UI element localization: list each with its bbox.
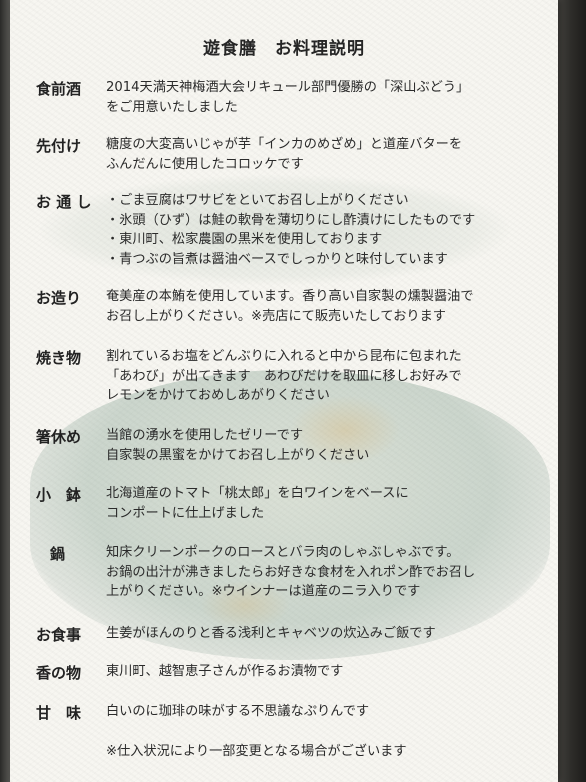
section-label: お 通 し [36,193,92,211]
section-label: 食前酒 [36,80,82,98]
description-line: お召し上がりください。※売店にて販売いたしております [106,308,446,324]
description-line: ふんだんに使用したコロッケです [106,156,304,172]
section-label: 箸休め [36,428,82,446]
section-label: 焼き物 [36,349,82,367]
description-line: 白いのに珈琲の味がする不思議なぷりんです [106,704,370,719]
description-line: レモンをかけておめしあがりください [106,388,330,403]
section-label: 甘 味 [36,704,82,722]
description-line: 東川町、越智恵子さんが作るお漬物です [106,664,344,679]
section-description: 知床クリーンポークのロースとバラ肉のしゃぶしゃぶです。 お鍋の出汁が沸きましたら… [106,543,546,602]
section-description: 2014天満天神梅酒大会リキュール部門優勝の「深山ぶどう」 をご用意いたしました [106,78,546,117]
description-line: お鍋の出汁が沸きましたらお好きな食材を入れポン酢でお召し [106,564,476,580]
description-line: 上がりください。※ウインナーは道産のニラ入りです [106,584,421,599]
section-label: 香の物 [36,664,82,682]
section-description: 奄美産の本鮪を使用しています。香り高い自家製の燻製醤油で お召し上がりください。… [106,287,546,326]
section-label: 先付け [36,137,82,155]
description-line: ・東川町、松家農園の黒米を使用しております [106,232,383,247]
footnote: ※仕入状況により一部変更となる場合がございます [106,744,407,759]
section-label: お造り [36,289,82,307]
section-description: 北海道産のトマト「桃太郎」を白ワインをベースに コンポートに仕上げました [106,484,546,523]
description-line: 知床クリーンポークのロースとバラ肉のしゃぶしゃぶです。 [106,545,460,560]
section-description: 当館の湧水を使用したゼリーです 自家製の黒蜜をかけてお召し上がりください [106,426,546,465]
section-label: 小 鉢 [36,486,82,504]
section-label: 鍋 [50,545,66,563]
description-line: 糖度の大変高いじゃが芋「インカのめざめ」と道産バターを [106,137,463,152]
description-line: 2014天満天神梅酒大会リキュール部門優勝の「深山ぶどう」 [106,80,470,95]
section-description: 白いのに珈琲の味がする不思議なぷりんです [106,702,546,722]
description-line: 北海道産のトマト「桃太郎」を白ワインをベースに [106,486,409,501]
description-line: ・氷頭（ひず）は鮭の軟骨を薄切りにし酢漬けにしたものです [106,212,476,228]
description-line: をご用意いたしました [106,99,238,115]
description-line: 生姜がほんのりと香る浅利とキャベツの炊込みご飯です [106,626,436,641]
description-line: ・青つぶの旨煮は醤油ベースでしっかりと味付しています [106,251,448,267]
description-line: 当館の湧水を使用したゼリーです [106,428,304,443]
description-line: ・ごま豆腐はワサビをといてお召し上がりください [106,193,409,208]
section-description: 生姜がほんのりと香る浅利とキャベツの炊込みご飯です [106,624,546,644]
menu-card: 遊食膳 お料理説明 食前酒 2014天満天神梅酒大会リキュール部門優勝の「深山ぶ… [10,0,558,782]
section-label: お食事 [36,626,82,644]
section-description: ・ごま豆腐はワサビをといてお召し上がりください ・氷頭（ひず）は鮭の軟骨を薄切り… [106,191,546,269]
description-line: 奄美産の本鮪を使用しています。香り高い自家製の燻製醤油で [106,289,474,304]
menu-title: 遊食膳 お料理説明 [203,39,365,59]
section-description: 割れているお塩をどんぶりに入れると中から昆布に包まれた 「あわび」が出てきます … [106,347,546,406]
description-line: 割れているお塩をどんぶりに入れると中から昆布に包まれた [106,349,462,364]
description-line: コンポートに仕上げました [106,505,265,521]
description-line: 自家製の黒蜜をかけてお召し上がりください [106,447,370,463]
section-description: 東川町、越智恵子さんが作るお漬物です [106,662,546,682]
description-line: 「あわび」が出てきます あわびだけを取皿に移しお好みで [106,368,462,384]
section-description: 糖度の大変高いじゃが芋「インカのめざめ」と道産バターを ふんだんに使用したコロッ… [106,135,546,174]
